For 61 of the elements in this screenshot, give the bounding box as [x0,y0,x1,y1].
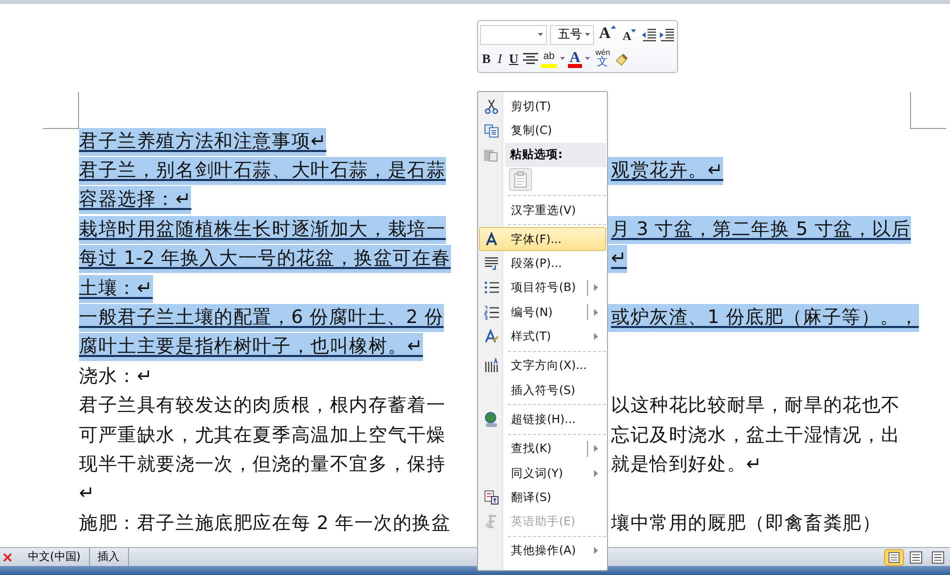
menu-item[interactable]: 字体(F)... [479,227,606,252]
menu-item[interactable]: 复制(C) [479,118,606,143]
font-color-button[interactable]: A [568,50,582,68]
caret-icon [538,33,543,36]
phonetic-guide-button[interactable]: wén 文 [593,48,612,68]
underline-button[interactable]: U [507,48,520,68]
clipboard-icon [483,147,498,162]
scissors-icon [484,98,499,114]
text-line: 现半干就要浇一次，但浇的量不宜多，保持 [79,452,446,477]
italic-button[interactable]: I [496,48,504,68]
highlight-button[interactable]: ab [541,50,557,68]
numbered-list-icon [484,304,499,320]
text-line: 忘记及时浇水，盆土干湿情况，出 [610,424,900,448]
text-line: 壤中常用的厩肥（即禽畜粪肥） [610,512,882,536]
caret-icon[interactable] [585,57,590,60]
caret-icon [585,33,590,36]
globe-link-icon [484,412,499,427]
margin-mark [43,92,79,129]
bullet-list-icon [484,280,499,296]
translate-icon [484,490,499,505]
letter-a-icon [484,232,499,247]
decrease-indent-icon[interactable] [641,28,656,42]
brush-icon[interactable] [615,52,630,66]
paragraph-icon [484,256,499,272]
menu-item[interactable]: 超链接(H)... [479,407,606,432]
center-align-icon[interactable] [523,52,538,66]
text-line: 施肥：君子兰施底肥应在每 2 年一次的换盆 [79,512,451,536]
menu-item[interactable]: 文字方向(X)... [479,354,606,378]
menu-item[interactable]: 段落(P)... [479,251,606,276]
menu-item[interactable]: 汉字重选(V) [479,198,606,222]
margin-mark [910,92,946,129]
text-line: ↵ [79,482,95,506]
increase-indent-icon[interactable] [659,28,674,42]
caret-up-icon [610,24,616,28]
font-size-field[interactable]: 五号 [550,24,594,44]
styles-icon [484,329,499,344]
menu-item[interactable]: 其他操作(A) [479,538,606,564]
caret-down-icon [631,28,636,32]
shrink-font-button[interactable]: A [620,24,638,44]
caret-icon[interactable] [560,57,565,60]
menu-item[interactable]: 编号(N) [479,300,606,324]
menu-item[interactable]: 剪切(T) [479,94,606,118]
menu-item[interactable]: 项目符号(B) [479,276,606,300]
bold-button[interactable]: B [480,48,493,68]
text-direction-icon [484,358,499,374]
copy-icon [484,122,499,138]
menu-item[interactable]: 样式(T) [479,324,606,349]
font-name-field[interactable] [480,24,547,44]
proofing-error-icon[interactable] [3,552,12,562]
text-line: 以这种花比较耐旱，耐旱的花也不 [610,394,900,418]
menu-item[interactable]: 插入符号(S) [479,378,606,402]
view-mode-icon[interactable] [884,548,904,566]
text-line: 可严重缺水，尤其在夏季高温加上空气干燥 [79,424,446,448]
grow-font-button[interactable]: A [597,24,618,44]
text-line: 浇水：↵ [79,364,153,389]
menu-item[interactable]: 查找(K) [479,436,606,461]
menu-item[interactable]: 同义词(Y) [479,460,606,486]
text-line: 就是恰到好处。↵ [610,452,762,477]
text-line: 君子兰具有较发达的肉质根，根内存蓄着一 [79,394,446,418]
menu-item[interactable]: 翻译(S) [479,485,606,510]
font-size-value: 五号 [558,26,582,43]
